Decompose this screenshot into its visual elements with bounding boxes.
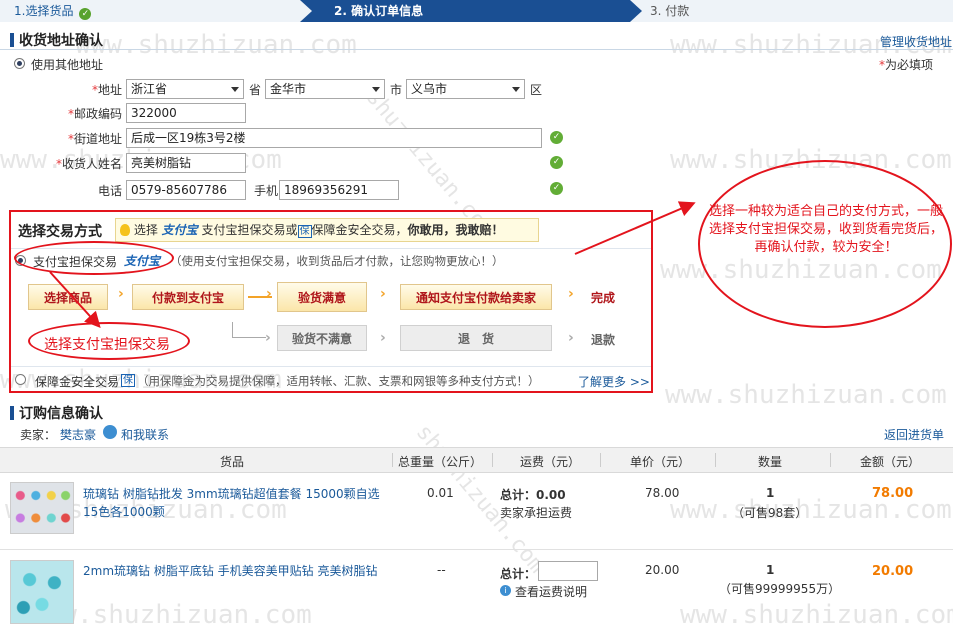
freight-info-link[interactable]: 查看运费说明 [515,583,587,600]
row-stock: （可售98套） [732,506,808,520]
contact-link[interactable]: 和我联系 [121,426,169,443]
row-quantity: 1 [766,486,775,500]
info-icon: i [500,585,511,596]
row-stock: （可售99999955万） [719,582,841,596]
product-title-link[interactable]: 琉璃钻 树脂钻批发 3mm琉璃钻超值套餐 15000颗自选15色各1000颗 [83,485,383,521]
col-freight: 运费（元） [520,455,581,469]
col-goods: 货品 [220,455,245,469]
product-image[interactable] [10,560,74,624]
divider [492,453,493,467]
col-price: 单价（元） [630,455,691,469]
col-quantity: 数量 [758,455,783,469]
row-price: 20.00 [645,563,680,577]
divider [830,453,831,467]
freight-input[interactable] [538,561,598,581]
seller-label: 卖家： [20,428,57,442]
step-arrow [300,0,312,22]
chat-icon[interactable] [103,425,117,439]
divider [600,453,601,467]
row-price: 78.00 [645,486,680,500]
step-arrow [630,0,642,22]
annotation-arrow [574,201,696,255]
annotation-arrow [49,271,101,328]
row-quantity: 1 [766,563,775,577]
divider [0,549,953,550]
row-weight: 0.01 [427,486,454,500]
row-freight-total: 总计：0.00 [500,488,566,502]
row-freight-note: 卖家承担运费 [500,506,573,520]
back-to-cart-link[interactable]: 返回进货单 [884,426,944,443]
divider [715,453,716,467]
col-amount: 金额（元） [860,455,921,469]
seller-link[interactable]: 樊志豪 [60,426,96,443]
row-amount: 78.00 [872,486,914,501]
order-section-title: 订购信息确认 [19,406,103,422]
section-marker [10,406,14,420]
annotation-arrows [49,201,696,328]
product-title-link[interactable]: 2mm琉璃钻 树脂平底钻 手机美容美甲贴钻 亮美树脂钻 [83,562,383,580]
col-weight: 总重量（公斤） [398,455,483,469]
product-image[interactable] [10,482,74,534]
row-amount: 20.00 [872,564,914,579]
row-weight: -- [437,563,446,577]
row-freight-total: 总计： [500,567,537,581]
divider [392,453,393,467]
